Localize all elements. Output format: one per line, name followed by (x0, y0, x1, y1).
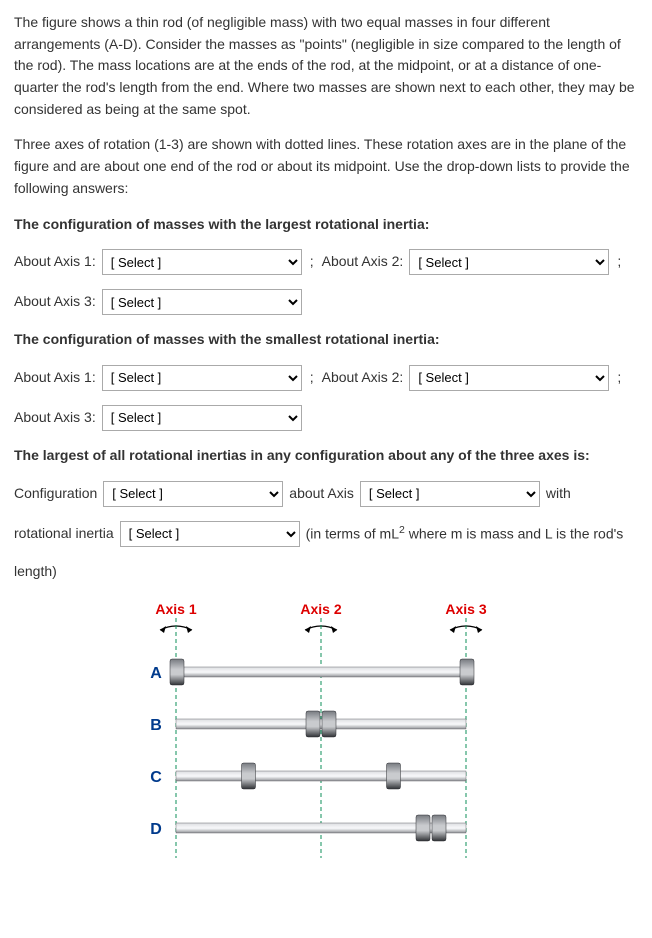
intro-paragraph-1: The figure shows a thin rod (of negligib… (14, 12, 638, 120)
intro-paragraph-2: Three axes of rotation (1-3) are shown w… (14, 134, 638, 199)
mass-a-right (460, 659, 474, 685)
config-b: B (150, 711, 466, 737)
overall-row-1: Configuration [ Select ] about Axis [ Se… (14, 481, 638, 507)
overall-rot-inertia-select[interactable]: [ Select ] (120, 521, 300, 547)
config-a-label: A (150, 665, 162, 682)
mass-b-2 (322, 711, 336, 737)
overall-axis-select[interactable]: [ Select ] (360, 481, 540, 507)
overall-heading: The largest of all rotational inertias i… (14, 445, 638, 467)
mass-d-2 (432, 815, 446, 841)
terms-prefix: (in terms of mL (306, 526, 399, 542)
smallest-heading: The configuration of masses with the sma… (14, 329, 638, 351)
smallest-axis3-label: About Axis 3: (14, 407, 96, 429)
config-b-label: B (150, 717, 162, 734)
overall-rot-inertia-label: rotational inertia (14, 523, 114, 545)
largest-axis3-label: About Axis 3: (14, 291, 96, 313)
semicolon: ; (617, 367, 621, 389)
config-c: C (150, 763, 466, 789)
semicolon: ; (310, 367, 314, 389)
semicolon: ; (310, 251, 314, 273)
smallest-axis2-select[interactable]: [ Select ] (409, 365, 609, 391)
diagram: Axis 1 Axis 2 Axis 3 A B C (14, 596, 638, 866)
rod-c (176, 771, 466, 781)
config-a: A (150, 659, 474, 685)
semicolon: ; (617, 251, 621, 273)
terms-suffix: where m is mass and L is the rod's (405, 526, 623, 542)
overall-row-3: length) (14, 561, 638, 583)
axis-1-label: Axis 1 (155, 601, 196, 617)
mass-c-right (387, 763, 401, 789)
largest-axis1-label: About Axis 1: (14, 251, 96, 273)
overall-length-text: length) (14, 561, 57, 583)
rod-b (176, 719, 466, 729)
smallest-axis1-select[interactable]: [ Select ] (102, 365, 302, 391)
largest-axis3-select[interactable]: [ Select ] (102, 289, 302, 315)
largest-axis2-label: About Axis 2: (322, 251, 404, 273)
smallest-axis1-label: About Axis 1: (14, 367, 96, 389)
largest-row-1: About Axis 1: [ Select ] ; About Axis 2:… (14, 249, 638, 275)
config-d: D (150, 815, 466, 841)
overall-with-text: with (546, 483, 571, 505)
largest-heading: The configuration of masses with the lar… (14, 214, 638, 236)
diagram-svg: Axis 1 Axis 2 Axis 3 A B C (116, 596, 536, 866)
mass-a-left (170, 659, 184, 685)
mass-b-1 (306, 711, 320, 737)
axis-3-label: Axis 3 (445, 601, 486, 617)
config-c-label: C (150, 769, 162, 786)
overall-config-select[interactable]: [ Select ] (103, 481, 283, 507)
largest-axis2-select[interactable]: [ Select ] (409, 249, 609, 275)
config-d-label: D (150, 821, 162, 838)
mass-d-1 (416, 815, 430, 841)
mass-c-left (242, 763, 256, 789)
smallest-axis3-select[interactable]: [ Select ] (102, 405, 302, 431)
overall-config-label: Configuration (14, 483, 97, 505)
rod-a (176, 667, 466, 677)
overall-row-2: rotational inertia [ Select ] (in terms … (14, 521, 638, 547)
smallest-row-1: About Axis 1: [ Select ] ; About Axis 2:… (14, 365, 638, 391)
overall-about-axis-text: about Axis (289, 483, 354, 505)
axis-2-label: Axis 2 (300, 601, 341, 617)
largest-axis1-select[interactable]: [ Select ] (102, 249, 302, 275)
smallest-axis2-label: About Axis 2: (322, 367, 404, 389)
largest-row-2: About Axis 3: [ Select ] (14, 289, 638, 315)
smallest-row-2: About Axis 3: [ Select ] (14, 405, 638, 431)
overall-terms-text: (in terms of mL2 where m is mass and L i… (306, 522, 624, 545)
